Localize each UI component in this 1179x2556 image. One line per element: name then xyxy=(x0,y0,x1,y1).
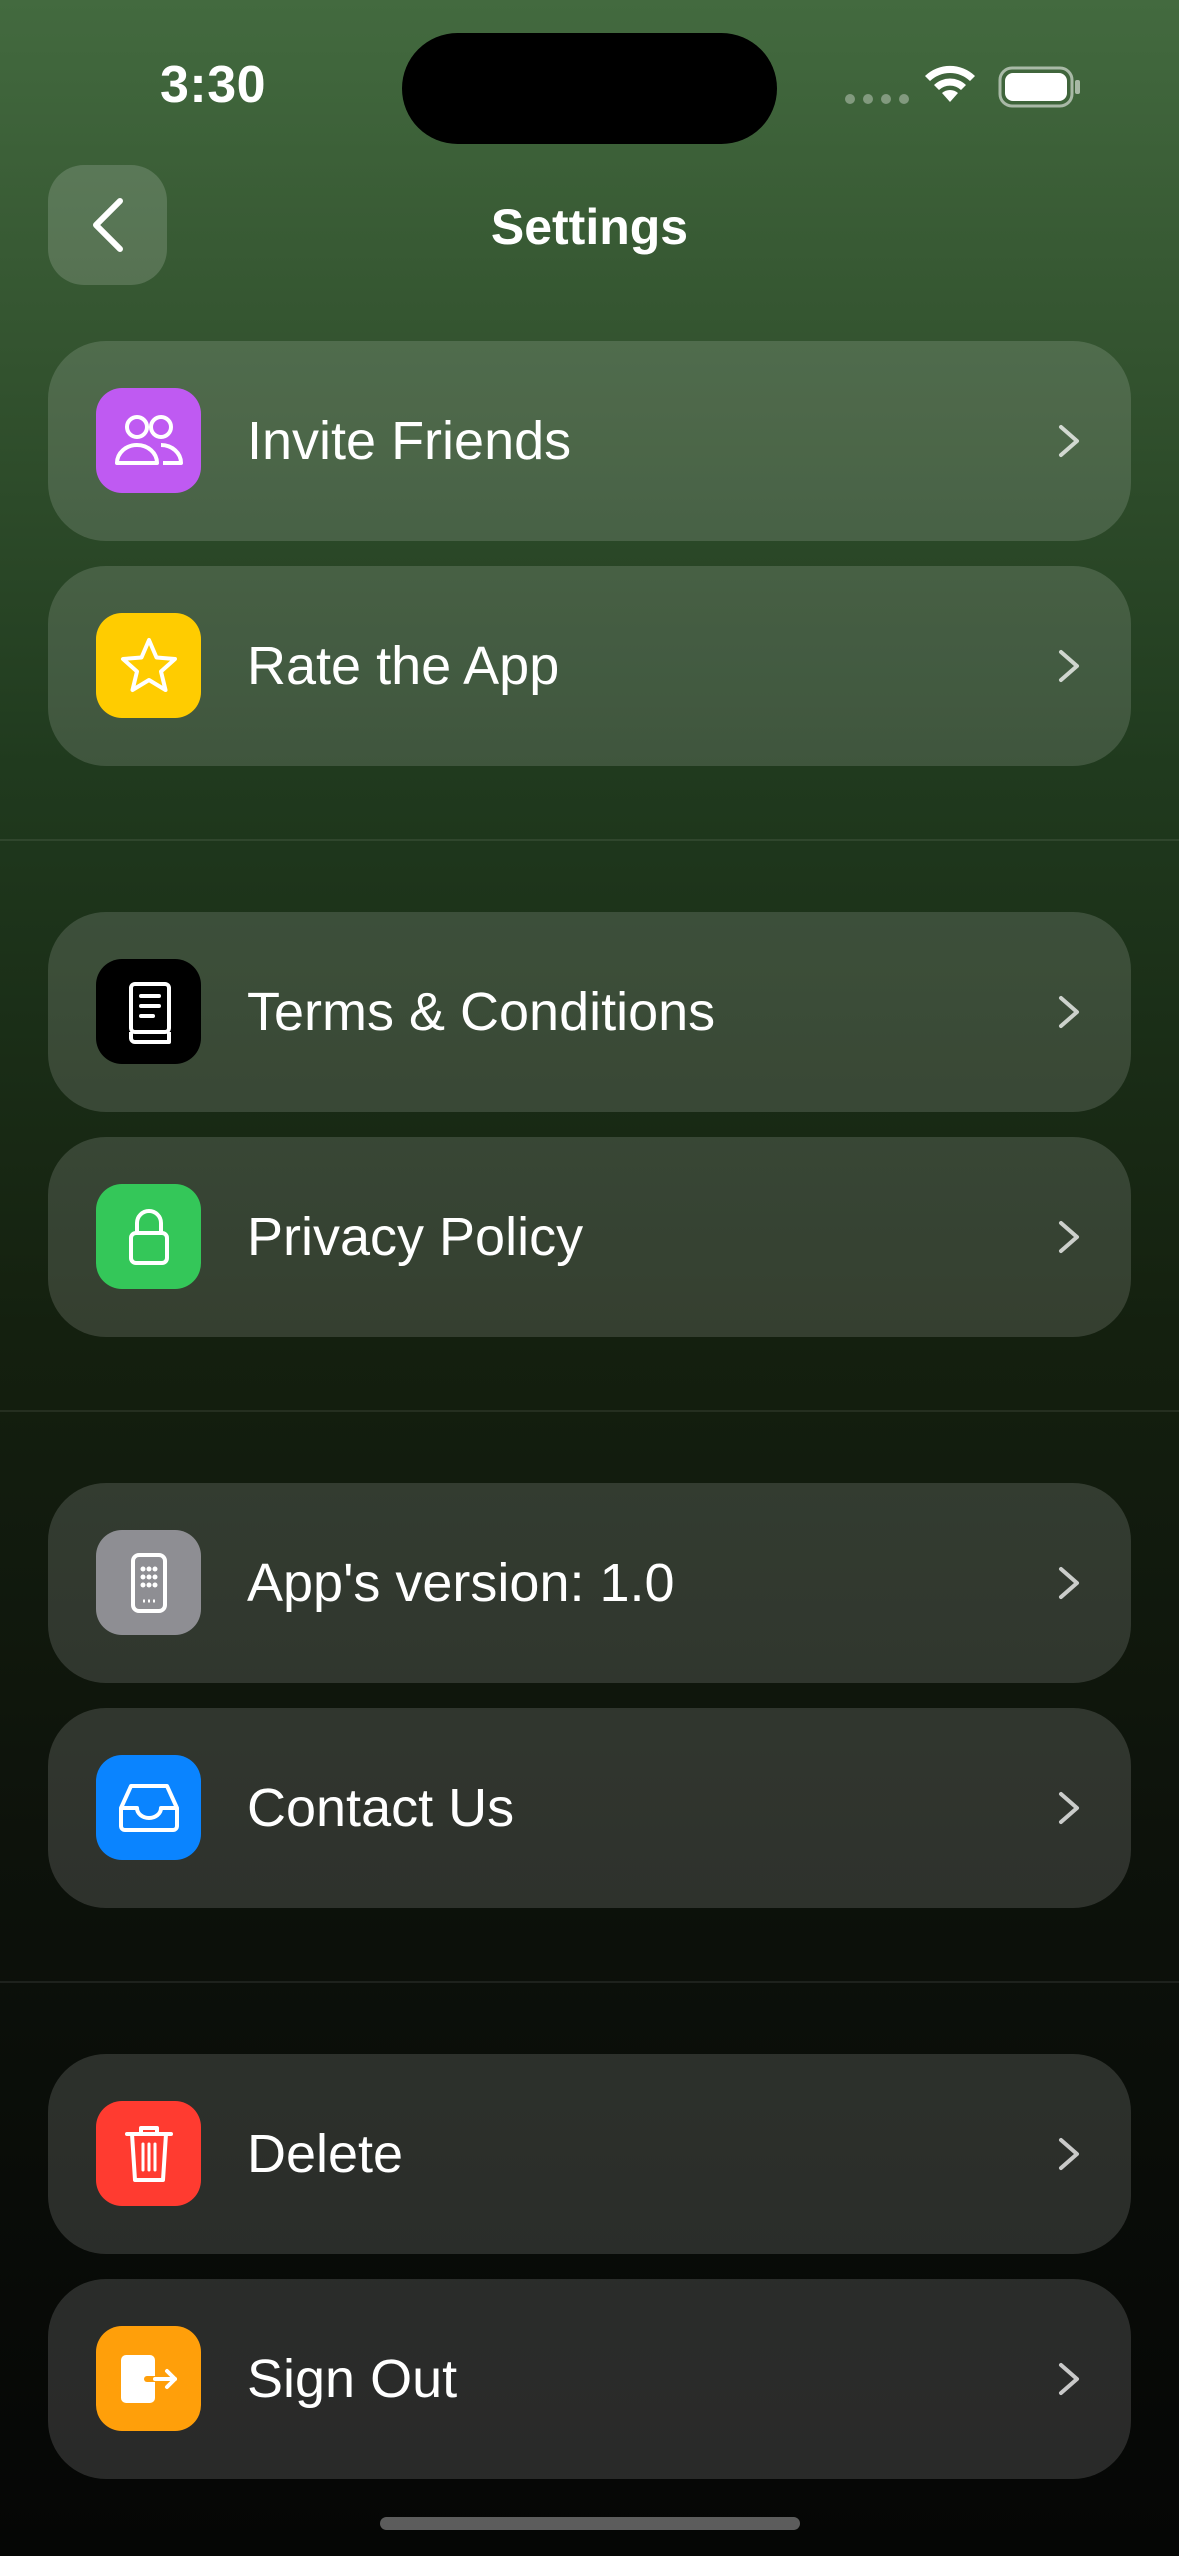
settings-row-label: Rate the App xyxy=(247,636,560,696)
lock-icon xyxy=(96,1184,201,1289)
navigation-bar: Settings xyxy=(0,165,1179,287)
wifi-icon xyxy=(925,65,975,102)
status-bar: 3:30 xyxy=(0,0,1179,150)
home-indicator[interactable] xyxy=(380,2517,800,2530)
settings-row-label: Privacy Policy xyxy=(247,1207,584,1267)
settings-row-terms[interactable]: Terms & Conditions xyxy=(48,912,1131,1112)
book-icon xyxy=(96,959,201,1064)
chevron-right-icon xyxy=(1059,1792,1079,1824)
section-divider xyxy=(0,1981,1179,1983)
settings-row-label: Invite Friends xyxy=(247,411,572,471)
settings-row-label: App's version: 1.0 xyxy=(247,1553,675,1613)
chevron-right-icon xyxy=(1059,996,1079,1028)
dynamic-island xyxy=(402,33,777,144)
settings-row-delete[interactable]: Delete xyxy=(48,2054,1131,2254)
settings-row-privacy[interactable]: Privacy Policy xyxy=(48,1137,1131,1337)
settings-row-app-version[interactable]: App's version: 1.0 xyxy=(48,1483,1131,1683)
chevron-right-icon xyxy=(1059,650,1079,682)
settings-row-contact-us[interactable]: Contact Us xyxy=(48,1708,1131,1908)
settings-row-invite-friends[interactable]: Invite Friends xyxy=(48,341,1131,541)
chevron-right-icon xyxy=(1059,425,1079,457)
settings-row-label: Delete xyxy=(247,2124,404,2184)
settings-row-label: Sign Out xyxy=(247,2349,458,2409)
section-divider xyxy=(0,1410,1179,1412)
chevron-right-icon xyxy=(1059,1567,1079,1599)
cellular-signal-icon xyxy=(845,94,909,104)
section-divider xyxy=(0,839,1179,841)
battery-icon xyxy=(998,66,1080,108)
phone-icon xyxy=(96,1530,201,1635)
chevron-right-icon xyxy=(1059,2138,1079,2170)
settings-row-label: Terms & Conditions xyxy=(247,982,716,1042)
trash-icon xyxy=(96,2101,201,2206)
page-title: Settings xyxy=(490,199,689,255)
chevron-right-icon xyxy=(1059,1221,1079,1253)
settings-row-label: Contact Us xyxy=(247,1778,515,1838)
status-time: 3:30 xyxy=(160,56,267,114)
sign-out-icon xyxy=(96,2326,201,2431)
people-icon xyxy=(96,388,201,493)
settings-row-rate-app[interactable]: Rate the App xyxy=(48,566,1131,766)
tray-icon xyxy=(96,1755,201,1860)
chevron-right-icon xyxy=(1059,2363,1079,2395)
star-icon xyxy=(96,613,201,718)
settings-row-sign-out[interactable]: Sign Out xyxy=(48,2279,1131,2479)
